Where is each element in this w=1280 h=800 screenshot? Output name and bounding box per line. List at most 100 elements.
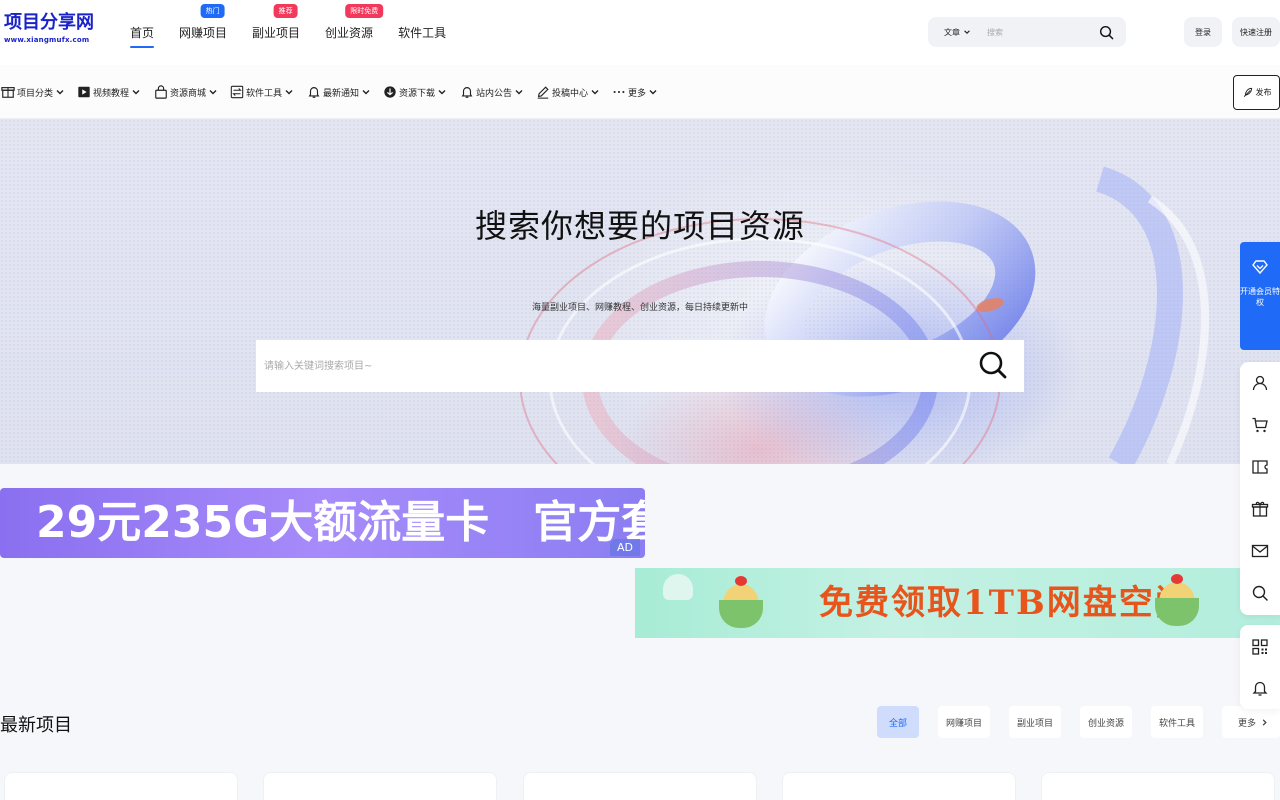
category-bar: 项目分类 视频教程 资源商城 软件工具 最新通知 资源下载 站内公告 投稿中心 xyxy=(0,65,1280,119)
vip-panel[interactable]: 开通会员特权 xyxy=(1240,242,1280,350)
tab-label: 更多 xyxy=(1238,718,1257,729)
nav-item-software-tools[interactable]: 软件工具 xyxy=(398,0,446,65)
category-label: 资源商城 xyxy=(170,88,207,99)
category-item-downloads[interactable]: 资源下载 xyxy=(383,83,447,101)
site-logo[interactable]: 项目分享网 www.xiangmufx.com xyxy=(4,12,100,52)
site-header: 项目分享网 www.xiangmufx.com 首页 网赚项目 热门 副业项目 … xyxy=(0,0,1280,65)
tab-online-projects[interactable]: 网赚项目 xyxy=(938,706,990,738)
main-nav: 首页 网赚项目 热门 副业项目 推荐 创业资源 限时免费 软件工具 xyxy=(130,0,471,65)
chevron-down-icon xyxy=(438,90,446,95)
category-label: 站内公告 xyxy=(476,88,513,99)
search-icon[interactable] xyxy=(1251,584,1269,602)
category-item-announcements[interactable]: 站内公告 xyxy=(460,83,524,101)
chevron-down-icon xyxy=(515,90,523,95)
bell-icon xyxy=(461,87,473,98)
logo-text: 项目分享网 xyxy=(4,12,94,33)
download-icon xyxy=(384,86,396,98)
category-item-notices[interactable]: 最新通知 xyxy=(307,83,371,101)
register-button[interactable]: 快速注册 xyxy=(1232,17,1280,47)
category-label: 资源下载 xyxy=(399,88,436,99)
qrcode-icon[interactable] xyxy=(1251,638,1269,656)
chevron-right-icon xyxy=(1262,718,1267,726)
category-label: 投稿中心 xyxy=(552,88,589,99)
nav-item-online-projects[interactable]: 网赚项目 热门 xyxy=(179,0,227,65)
project-card[interactable] xyxy=(4,772,238,800)
nav-badge: 限时免费 xyxy=(345,4,384,18)
chevron-down-icon xyxy=(649,90,657,95)
login-button[interactable]: 登录 xyxy=(1184,17,1222,47)
section-title: 最新项目 xyxy=(0,715,72,736)
category-label: 视频教程 xyxy=(93,88,130,99)
exchange-icon xyxy=(230,85,244,99)
category-item-submit[interactable]: 投稿中心 xyxy=(536,83,600,101)
cloud-icon xyxy=(663,574,693,600)
chevron-down-icon xyxy=(591,90,599,95)
search-icon[interactable] xyxy=(978,350,1008,380)
header-search-input[interactable] xyxy=(987,27,1087,37)
chevron-down-icon xyxy=(209,90,217,95)
category-label: 更多 xyxy=(628,88,647,99)
hero-ribbon-graphic xyxy=(519,166,1209,464)
more-icon xyxy=(613,90,625,94)
zongzi-mascot-icon xyxy=(719,574,763,632)
box-icon xyxy=(1,87,15,98)
tab-startup-resources[interactable]: 创业资源 xyxy=(1080,706,1132,738)
bell-icon xyxy=(308,87,320,98)
hero-banner: 搜索你想要的项目资源 海量副业项目、网赚教程、创业资源，每日持续更新中 xyxy=(0,119,1280,464)
cart-icon[interactable] xyxy=(1251,416,1269,434)
nav-label: 副业项目 xyxy=(252,26,301,40)
tab-more[interactable]: 更多 xyxy=(1222,706,1280,738)
search-scope-select[interactable]: 文章 xyxy=(944,27,971,38)
logo-url: www.xiangmufx.com xyxy=(4,36,90,44)
nav-badge: 热门 xyxy=(200,4,225,18)
search-icon[interactable] xyxy=(1099,25,1114,40)
hero-search-box xyxy=(256,340,1024,392)
nav-badge: 推荐 xyxy=(273,4,298,18)
category-item-videos[interactable]: 视频教程 xyxy=(77,83,141,101)
chevron-down-icon xyxy=(56,90,64,95)
mail-icon[interactable] xyxy=(1251,542,1269,560)
header-search: 文章 xyxy=(928,17,1126,47)
diamond-icon xyxy=(1252,260,1268,275)
project-card[interactable] xyxy=(523,772,757,800)
ad-banner-data-card[interactable]: 29元235G大额流量卡 官方套餐 0元领取 AD xyxy=(0,488,645,558)
tab-side-projects[interactable]: 副业项目 xyxy=(1009,706,1061,738)
user-icon[interactable] xyxy=(1251,374,1269,392)
chevron-down-icon xyxy=(362,90,370,95)
project-card[interactable] xyxy=(1041,772,1275,800)
bell-icon[interactable] xyxy=(1251,679,1269,697)
project-card[interactable] xyxy=(782,772,1016,800)
nav-label: 软件工具 xyxy=(398,26,447,40)
ad-tag: AD xyxy=(610,539,640,556)
play-icon xyxy=(78,86,90,98)
gift-icon[interactable] xyxy=(1251,500,1269,518)
ad-text: 免费领取1TB网盘空间 xyxy=(819,583,1191,623)
bag-icon xyxy=(155,85,167,99)
nav-item-startup-resources[interactable]: 创业资源 限时免费 xyxy=(325,0,384,65)
floating-toolbar xyxy=(1240,362,1280,615)
edit-icon xyxy=(537,86,549,99)
ad-banner-cloud-storage[interactable]: 免费领取1TB网盘空间 xyxy=(635,568,1280,638)
nav-label: 首页 xyxy=(130,26,155,40)
publish-button[interactable]: 发布 xyxy=(1233,75,1280,110)
hero-search-input[interactable] xyxy=(256,340,1024,392)
category-label: 软件工具 xyxy=(246,88,283,99)
chevron-down-icon xyxy=(285,90,293,95)
floating-toolbar-bottom xyxy=(1240,625,1280,709)
category-item-more[interactable]: 更多 xyxy=(612,83,658,101)
category-item-shop[interactable]: 资源商城 xyxy=(154,83,218,101)
nav-item-side-projects[interactable]: 副业项目 推荐 xyxy=(252,0,300,65)
project-card[interactable] xyxy=(263,772,497,800)
nav-label: 网赚项目 xyxy=(179,26,228,40)
tab-software-tools[interactable]: 软件工具 xyxy=(1151,706,1203,738)
nav-item-home[interactable]: 首页 xyxy=(130,0,155,65)
category-label: 项目分类 xyxy=(17,88,54,99)
category-item-projects[interactable]: 项目分类 xyxy=(1,83,65,101)
zongzi-mascot-icon xyxy=(1155,572,1199,630)
ticket-icon[interactable] xyxy=(1251,458,1269,476)
category-label: 最新通知 xyxy=(323,88,360,99)
category-item-tools[interactable]: 软件工具 xyxy=(230,83,294,101)
tab-all[interactable]: 全部 xyxy=(877,706,919,738)
hero-title: 搜索你想要的项目资源 xyxy=(474,207,805,245)
ad-text: 29元235G大额流量卡 官方套餐 0元领取 xyxy=(36,497,645,548)
